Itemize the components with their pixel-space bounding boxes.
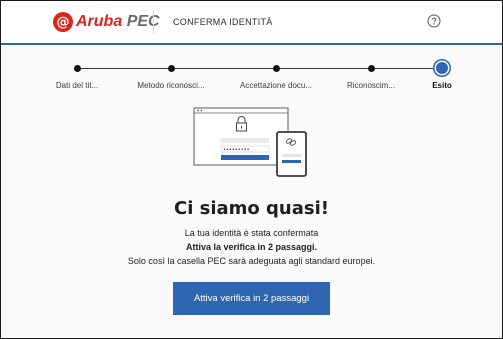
two-factor-illustration: ••••••••• [193,107,307,177]
step-1-dot [74,65,81,72]
step-4-dot [368,65,375,72]
logo-wordmark: Aruba PEC [76,13,160,31]
step-2-label: Metodo riconosci... [137,81,205,90]
page-title: CONFERMA IDENTITÀ [173,17,273,27]
stepper-connector [78,68,441,69]
result-headline: Ci siamo quasi! [173,198,329,219]
pec-standard-text: Solo così la casella PEC sarà adeguata a… [127,256,376,266]
step-5-current-dot [436,62,448,74]
aruba-pec-logo[interactable]: @ Aruba PEC [53,11,160,33]
activate-two-step-button[interactable]: Attiva verifica in 2 passaggi [173,282,330,315]
password-mask: ••••••••• [223,147,250,153]
page-frame: @ Aruba PEC CONFERMA IDENTITÀ Dati del t… [0,0,503,339]
logo-at-icon: @ [53,12,73,32]
top-header: @ Aruba PEC CONFERMA IDENTITÀ [1,1,502,45]
question-circle-icon[interactable] [427,14,441,28]
step-3-label: Accettazione docu... [239,81,313,90]
step-3-dot [273,65,280,72]
activate-2fa-text: Attiva la verifica in 2 passaggi. [185,242,318,252]
logo-brand: Aruba [76,13,123,30]
step-1-label: Dati del tit... [55,81,99,90]
logo-product: PEC [126,13,160,30]
step-2-dot [168,65,175,72]
step-4-label: Riconoscim... [346,81,396,90]
step-5-label: Esito [432,81,452,90]
identity-confirmed-text: La tua identità è stata confermata [184,228,319,238]
progress-stepper: Dati del tit... Metodo riconosci... Acce… [1,61,502,101]
header-divider [153,10,154,34]
